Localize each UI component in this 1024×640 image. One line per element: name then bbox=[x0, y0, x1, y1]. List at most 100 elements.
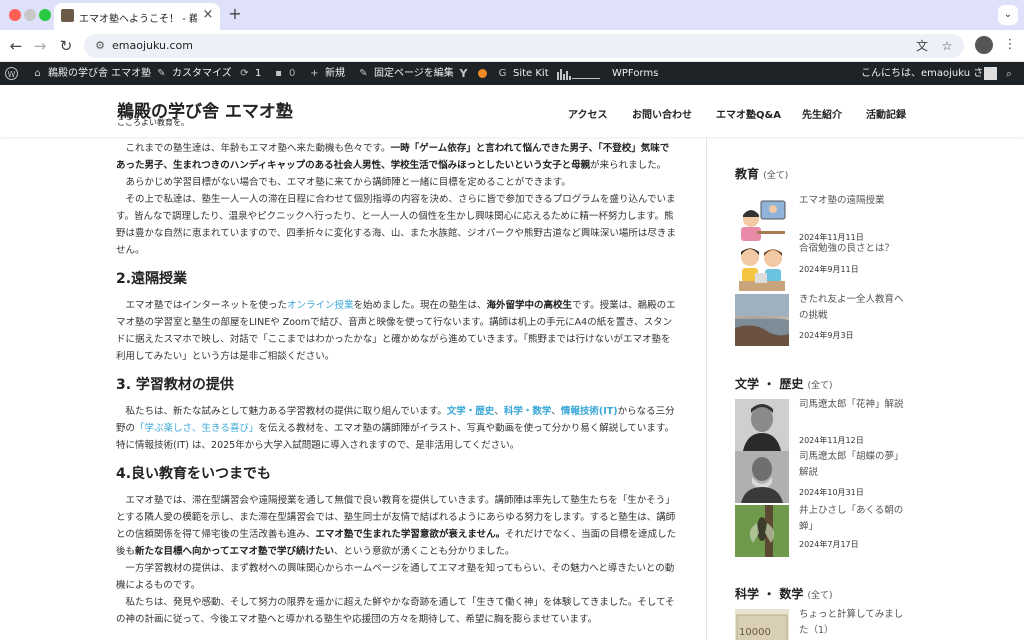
site-favicon-icon bbox=[61, 9, 74, 22]
window-minimize-button[interactable] bbox=[24, 9, 36, 21]
nav-access[interactable]: アクセス bbox=[568, 106, 608, 121]
profile-avatar-icon[interactable] bbox=[975, 36, 993, 54]
nav-qa[interactable]: エマオ塾Q&A bbox=[716, 106, 781, 121]
sidebar-post[interactable]: 合宿勉強の良さとは？ 2024年9月11日 bbox=[735, 243, 1015, 295]
sidebar: 教育 (全て) エマオ塾の遠隔授業 2024年11月11日 合宿勉強の良さとは？… bbox=[706, 137, 1024, 640]
literature-history-link[interactable]: 文学・歴史 bbox=[447, 406, 495, 417]
sidebar-section-title-science-math[interactable]: 科学 ・ 数学 (全て) bbox=[735, 585, 833, 602]
post-thumbnail-cicada[interactable] bbox=[735, 505, 789, 557]
post-thumbnail-study-camp[interactable] bbox=[735, 243, 789, 295]
post-title[interactable]: 司馬遼太郎「花神」解説 bbox=[799, 397, 911, 413]
text: エマオ塾ではインターネットを使った bbox=[125, 300, 288, 311]
ab-comments[interactable]: ▪ 0 bbox=[272, 62, 295, 85]
new-tab-button[interactable]: + bbox=[226, 5, 244, 23]
translate-icon[interactable]: ⽂ bbox=[914, 38, 930, 54]
bold-text: 新たな目標へ向かってエマオ塾で学び続けたい bbox=[135, 546, 335, 557]
search-icon[interactable]: ⌕ bbox=[1006, 62, 1012, 85]
forward-arrow-icon[interactable]: → bbox=[30, 36, 50, 56]
window-close-button[interactable] bbox=[9, 9, 21, 21]
text: 、 bbox=[494, 406, 504, 417]
post-title[interactable]: 井上ひさし「あくる朝の蝉」 bbox=[799, 503, 911, 535]
back-arrow-icon[interactable]: ← bbox=[6, 36, 26, 56]
browser-menu-icon[interactable]: ⋮ bbox=[1003, 36, 1017, 54]
post-thumbnail-calculation[interactable]: 10000 bbox=[735, 609, 789, 640]
section-title-text: 科学 ・ 数学 bbox=[735, 587, 804, 601]
comment-icon: ▪ bbox=[275, 67, 282, 79]
plus-icon: + bbox=[310, 67, 319, 79]
ab-wpforms[interactable]: WPForms bbox=[612, 62, 658, 85]
address-bar[interactable]: ⚙ emaojuku.com ⽂ ☆ bbox=[84, 34, 964, 58]
site-header: 鵜殿の学び舎 エマオ塾 こころよい教育を。 アクセス お問い合わせ エマオ塾Q&… bbox=[0, 85, 1024, 137]
ab-edit-page[interactable]: ✎ 固定ページを編集 bbox=[357, 62, 454, 85]
updates-icon: ⟳ bbox=[240, 67, 249, 79]
reload-icon[interactable]: ↻ bbox=[56, 36, 76, 56]
joy-of-learning-link[interactable]: 「学ぶ楽しさ、生きる喜び」 bbox=[135, 423, 258, 434]
post-thumbnail-kashin[interactable] bbox=[735, 399, 789, 451]
sitekit-icon: G bbox=[498, 67, 507, 79]
tab-search-chevron-icon[interactable]: ⌄ bbox=[998, 5, 1018, 25]
brush-icon: ✎ bbox=[157, 67, 166, 79]
nav-contact[interactable]: お問い合わせ bbox=[632, 106, 692, 121]
site-settings-icon[interactable]: ⚙ bbox=[93, 39, 107, 53]
bold-text: 海外留学中の高校生 bbox=[486, 300, 573, 311]
all-link[interactable]: (全て) bbox=[763, 171, 788, 181]
browser-tab-strip: エマオ塾へようこそ！ - 鵜殿の学び舎 × + ⌄ bbox=[0, 0, 1024, 30]
sidebar-section-title-literature-history[interactable]: 文学 ・ 歴史 (全て) bbox=[735, 375, 833, 392]
yoast-icon[interactable]: Y bbox=[457, 62, 474, 85]
all-link[interactable]: (全て) bbox=[808, 381, 833, 391]
post-thumbnail-remote-lesson[interactable] bbox=[735, 195, 789, 247]
ab-new-label: 新規 bbox=[325, 68, 345, 79]
sidebar-post[interactable]: 司馬遼太郎「花神」解説 2024年11月12日 bbox=[735, 399, 1015, 451]
post-date: 2024年9月3日 bbox=[799, 331, 854, 340]
sidebar-post[interactable]: 井上ひさし「あくる朝の蝉」 2024年7月17日 bbox=[735, 505, 1015, 557]
nav-activities[interactable]: 活動記録 bbox=[866, 106, 906, 121]
wordpress-logo-icon[interactable]: W bbox=[5, 62, 22, 85]
post-title[interactable]: きたれ友よ一全人教育への挑戦 bbox=[799, 292, 911, 324]
sidebar-post[interactable]: 司馬遼太郎「胡蝶の夢」解説 2024年10月31日 bbox=[735, 451, 1015, 503]
it-link[interactable]: 情報技術(IT) bbox=[561, 406, 618, 417]
window-zoom-button[interactable] bbox=[39, 9, 51, 21]
ab-updates[interactable]: ⟳ 1 bbox=[238, 62, 261, 85]
bold-text: エマオ塾で生まれた学習意欲が衰えません。 bbox=[315, 529, 506, 540]
sidebar-post[interactable]: 10000 ちょっと計算してみました（1） bbox=[735, 609, 1015, 640]
tab-close-icon[interactable]: × bbox=[200, 7, 216, 23]
paragraph: エマオ塾ではインターネットを使ったオンライン授業を始めました。現在の塾生は、海外… bbox=[116, 297, 678, 365]
paragraph: あらかじめ学習目標がない場合でも、エマオ塾に来てから講師陣と一緒に目標を定めるこ… bbox=[125, 177, 571, 188]
home-icon: ⌂ bbox=[34, 67, 41, 79]
paragraph: その上で私達は、塾生一人一人の滞在日程に合わせて個別指導の内容を決め、さらに皆で… bbox=[116, 194, 676, 256]
url-text[interactable]: emaojuku.com bbox=[112, 39, 193, 52]
section-heading-good-education: 4.良い教育をいつまでも bbox=[116, 466, 272, 482]
ab-site-name[interactable]: ⌂ 鵜殿の学び舎 エマオ塾 bbox=[31, 62, 151, 85]
post-title[interactable]: エマオ塾の遠隔授業 bbox=[799, 193, 911, 209]
post-thumbnail-kocho[interactable] bbox=[735, 451, 789, 503]
ab-customize-label: カスタマイズ bbox=[172, 68, 232, 79]
article-content: これまでの塾生達は、年齢もエマオ塾へ来た動機も色々です。一時「ゲーム依存」と言わ… bbox=[116, 137, 678, 640]
browser-tab-active[interactable]: エマオ塾へようこそ！ - 鵜殿の学び舎 × bbox=[54, 3, 220, 30]
section-title-text: 教育 bbox=[735, 167, 760, 181]
post-thumbnail-coast[interactable] bbox=[735, 294, 789, 346]
science-math-link[interactable]: 科学・数学 bbox=[504, 406, 552, 417]
ab-sitekit[interactable]: G Site Kit bbox=[496, 62, 549, 85]
paragraph: これまでの塾生達は、年齢もエマオ塾へ来た動機も色々です。一時「ゲーム依存」と言わ… bbox=[116, 140, 678, 174]
post-title[interactable]: ちょっと計算してみました（1） bbox=[799, 607, 911, 639]
sidebar-section-title-education[interactable]: 教育 (全て) bbox=[735, 165, 788, 182]
post-title[interactable]: 司馬遼太郎「胡蝶の夢」解説 bbox=[799, 449, 911, 481]
bookmark-star-icon[interactable]: ☆ bbox=[939, 38, 955, 54]
seo-status-dot-icon[interactable] bbox=[478, 62, 487, 85]
stats-sparkline-icon[interactable] bbox=[556, 62, 602, 85]
tab-title: エマオ塾へようこそ！ - 鵜殿の学び舎 bbox=[79, 14, 197, 25]
ab-new[interactable]: + 新規 bbox=[308, 62, 345, 85]
nav-teachers[interactable]: 先生紹介 bbox=[802, 106, 842, 121]
post-date: 2024年10月31日 bbox=[799, 488, 864, 497]
online-lesson-link[interactable]: オンライン授業 bbox=[287, 300, 354, 311]
browser-toolbar: ← → ↻ ⚙ emaojuku.com ⽂ ☆ ⋮ bbox=[0, 30, 1024, 62]
all-link[interactable]: (全て) bbox=[808, 591, 833, 601]
post-date: 2024年11月12日 bbox=[799, 436, 864, 445]
ab-customize[interactable]: ✎ カスタマイズ bbox=[155, 62, 232, 85]
post-title[interactable]: 合宿勉強の良さとは？ bbox=[799, 241, 911, 257]
user-avatar-icon[interactable] bbox=[984, 67, 997, 80]
sidebar-post[interactable]: エマオ塾の遠隔授業 2024年11月11日 bbox=[735, 195, 1015, 247]
ab-greeting[interactable]: こんにちは、emaojuku さん bbox=[861, 62, 993, 85]
sidebar-post[interactable]: きたれ友よ一全人教育への挑戦 2024年9月3日 bbox=[735, 294, 1015, 346]
text: 私たちは、新たな試みとして魅力ある学習教材の提供に取り組んでいます。 bbox=[125, 406, 447, 417]
